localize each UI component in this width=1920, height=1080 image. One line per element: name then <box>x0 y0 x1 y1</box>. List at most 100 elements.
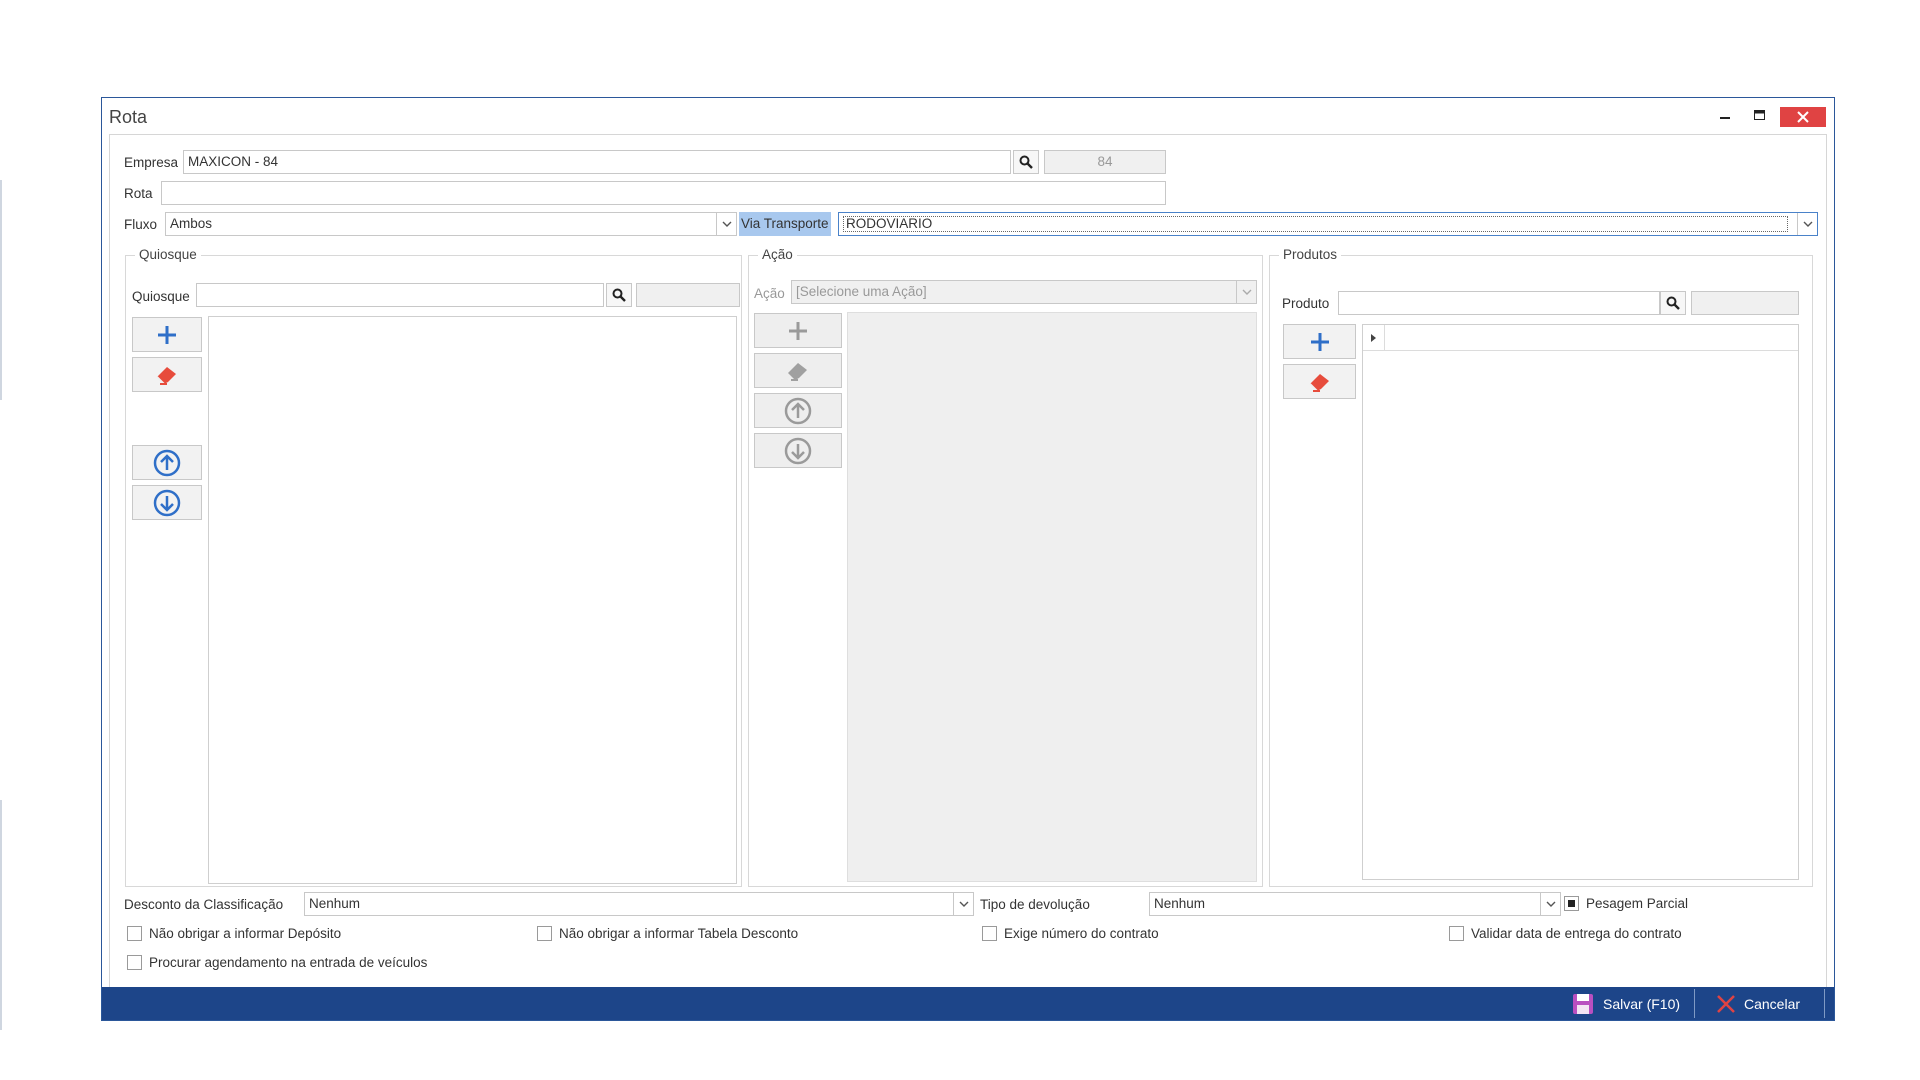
arrow-up-circle-icon <box>784 397 812 424</box>
quiosque-search-button[interactable] <box>606 283 632 307</box>
remove-acao-button <box>754 353 842 388</box>
acao-group-title: Ação <box>758 247 797 262</box>
empresa-field[interactable]: MAXICON - 84 <box>183 150 1011 174</box>
produto-field[interactable] <box>1338 291 1660 315</box>
search-icon <box>1666 296 1680 310</box>
maximize-icon[interactable] <box>1748 107 1770 123</box>
footer-separator <box>1694 989 1695 1018</box>
checkbox-box <box>127 926 142 941</box>
checkbox-label: Não obrigar a informar Tabela Desconto <box>559 926 799 941</box>
validar-data-entrega-checkbox[interactable]: Validar data de entrega do contrato <box>1449 926 1682 941</box>
move-up-acao-button <box>754 393 842 428</box>
nao-obrigar-deposito-checkbox[interactable]: Não obrigar a informar Depósito <box>127 926 341 941</box>
acao-group: Ação Ação [Selecione uma Ação] <box>748 247 1263 887</box>
checkbox-box <box>537 926 552 941</box>
save-icon <box>1573 993 1593 1014</box>
produtos-group: Produtos Produto <box>1269 247 1813 887</box>
footer-bar: Salvar (F10) Cancelar <box>102 987 1834 1020</box>
chevron-down-icon <box>1236 281 1256 303</box>
checkbox-checked <box>1564 896 1579 911</box>
search-icon <box>1019 155 1033 169</box>
arrow-down-circle-icon <box>784 437 812 464</box>
desconto-label: Desconto da Classificação <box>124 897 284 912</box>
nao-obrigar-tabela-desconto-checkbox[interactable]: Não obrigar a informar Tabela Desconto <box>537 926 798 941</box>
row-indicator-cell <box>1363 325 1385 351</box>
remove-produto-button[interactable] <box>1283 364 1356 399</box>
footer-separator <box>1824 989 1825 1018</box>
form-area: Empresa MAXICON - 84 84 Rota Fluxo Ambos… <box>109 134 1827 988</box>
close-icon[interactable] <box>1780 107 1826 127</box>
window-title: Rota <box>109 107 148 127</box>
eraser-icon <box>156 366 176 385</box>
chevron-down-icon[interactable] <box>953 893 973 915</box>
rota-window: Rota Empresa MAXICON - 84 84 Rota Fluxo … <box>101 97 1835 1021</box>
desconto-select[interactable]: Nenhum <box>304 892 974 916</box>
checkbox-box <box>127 955 142 970</box>
cancel-button[interactable]: Cancelar <box>1716 987 1800 1020</box>
plus-icon <box>158 325 176 344</box>
plus-icon <box>1310 332 1329 351</box>
acao-list <box>847 312 1257 882</box>
plus-icon <box>789 321 807 340</box>
checkbox-label: Exige número do contrato <box>1004 926 1159 941</box>
cancel-button-label: Cancelar <box>1744 995 1801 1012</box>
acao-label: Ação <box>754 286 785 301</box>
quiosque-code-field <box>636 283 740 307</box>
close-icon <box>1717 994 1735 1013</box>
quiosque-label: Quiosque <box>132 289 190 304</box>
save-button[interactable]: Salvar (F10) <box>1572 987 1680 1020</box>
checkbox-label: Procurar agendamento na entrada de veícu… <box>149 955 428 970</box>
minimize-icon[interactable] <box>1714 107 1736 123</box>
devolucao-select-value: Nenhum <box>1154 896 1206 911</box>
acao-select: [Selecione uma Ação] <box>791 280 1257 304</box>
via-transporte-select[interactable]: RODOVIARIO <box>838 212 1818 236</box>
arrow-up-circle-icon <box>153 449 181 476</box>
rota-label: Rota <box>124 186 153 201</box>
produto-code-field <box>1691 291 1799 315</box>
arrow-down-circle-icon <box>153 489 181 516</box>
fluxo-select-value: Ambos <box>170 216 213 231</box>
empresa-code-field: 84 <box>1044 150 1166 174</box>
pesagem-parcial-label: Pesagem Parcial <box>1586 896 1689 911</box>
search-icon <box>612 288 626 302</box>
caret-right-icon <box>1370 334 1376 342</box>
title-bar: Rota <box>102 98 1834 132</box>
devolucao-select[interactable]: Nenhum <box>1149 892 1561 916</box>
empresa-label: Empresa <box>124 155 179 170</box>
produtos-group-title: Produtos <box>1279 247 1342 262</box>
devolucao-label: Tipo de devolução <box>980 897 1090 912</box>
quiosque-list[interactable] <box>208 316 737 884</box>
chevron-down-icon[interactable] <box>1540 893 1560 915</box>
move-up-quiosque-button[interactable] <box>132 445 202 480</box>
remove-quiosque-button[interactable] <box>132 357 202 392</box>
pesagem-parcial-checkbox[interactable]: Pesagem Parcial <box>1564 896 1688 911</box>
checkbox-box <box>982 926 997 941</box>
add-acao-button <box>754 313 842 348</box>
procurar-agendamento-checkbox[interactable]: Procurar agendamento na entrada de veícu… <box>127 955 427 970</box>
produtos-grid[interactable] <box>1362 324 1799 880</box>
move-down-acao-button <box>754 433 842 468</box>
exige-numero-contrato-checkbox[interactable]: Exige número do contrato <box>982 926 1159 941</box>
produto-search-button[interactable] <box>1660 291 1686 315</box>
grid-header-row <box>1363 325 1798 351</box>
desconto-select-value: Nenhum <box>309 896 361 911</box>
background-edge-mark <box>0 180 2 400</box>
add-quiosque-button[interactable] <box>132 317 202 352</box>
checkbox-box <box>1449 926 1464 941</box>
quiosque-group: Quiosque Quiosque <box>125 247 742 887</box>
rota-field[interactable] <box>161 181 1166 205</box>
fluxo-label: Fluxo <box>124 217 158 232</box>
via-transporte-select-value: RODOVIARIO <box>843 216 1788 232</box>
empresa-search-button[interactable] <box>1013 150 1039 174</box>
checkbox-label: Validar data de entrega do contrato <box>1471 926 1682 941</box>
chevron-down-icon[interactable] <box>1797 213 1817 235</box>
move-down-quiosque-button[interactable] <box>132 485 202 520</box>
fluxo-select[interactable]: Ambos <box>165 212 737 236</box>
chevron-down-icon[interactable] <box>716 213 736 235</box>
checkbox-label: Não obrigar a informar Depósito <box>149 926 342 941</box>
produto-label: Produto <box>1282 296 1330 311</box>
eraser-icon <box>788 362 807 381</box>
via-transporte-label: Via Transporte <box>739 212 831 236</box>
quiosque-field[interactable] <box>196 283 604 307</box>
add-produto-button[interactable] <box>1283 324 1356 359</box>
